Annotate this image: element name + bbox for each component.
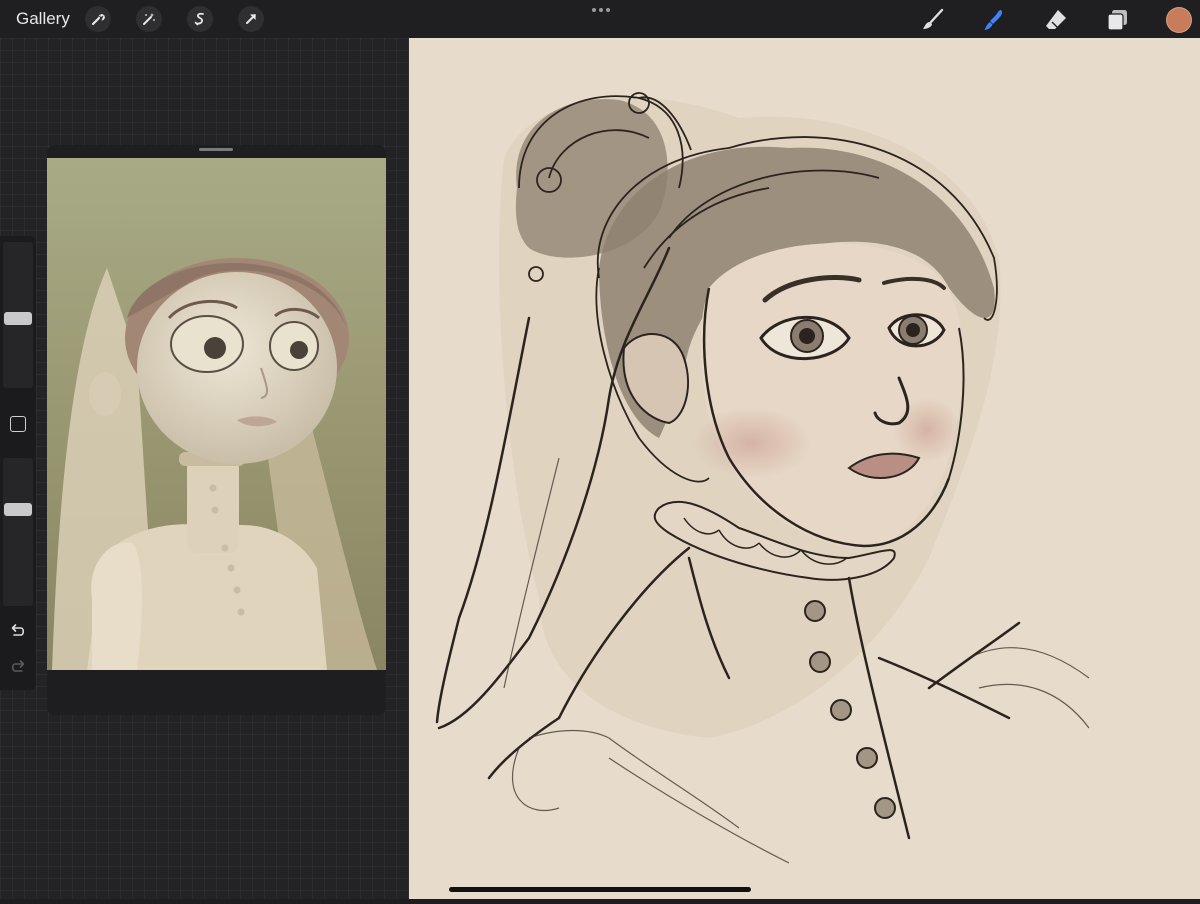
redo-icon[interactable] bbox=[9, 658, 27, 676]
magic-wand-icon bbox=[143, 13, 155, 25]
selection-button[interactable] bbox=[187, 6, 213, 32]
opacity-slider[interactable] bbox=[3, 458, 33, 606]
reference-window[interactable] bbox=[47, 145, 386, 715]
brush-tool-button[interactable] bbox=[919, 6, 947, 34]
more-dots-icon[interactable] bbox=[589, 4, 613, 16]
top-toolbar: Gallery bbox=[0, 0, 1200, 38]
reference-drag-handle[interactable] bbox=[199, 148, 233, 151]
eraser-icon bbox=[1046, 10, 1066, 29]
eraser-tool-button[interactable] bbox=[1042, 6, 1070, 34]
drawing-canvas[interactable] bbox=[409, 38, 1200, 899]
left-sidebar bbox=[0, 236, 36, 690]
layers-icon bbox=[1107, 10, 1127, 31]
selection-icon bbox=[194, 12, 204, 26]
actions-button[interactable] bbox=[85, 6, 111, 32]
modify-button[interactable] bbox=[10, 416, 26, 432]
transform-arrow-icon bbox=[246, 14, 256, 24]
adjustments-button[interactable] bbox=[136, 6, 162, 32]
reference-photo bbox=[47, 158, 386, 670]
layers-button[interactable] bbox=[1103, 6, 1131, 34]
brush-size-thumb[interactable] bbox=[4, 312, 32, 325]
smudge-tool-button[interactable] bbox=[980, 6, 1008, 34]
wrench-icon bbox=[91, 13, 105, 26]
home-indicator bbox=[449, 887, 751, 892]
gallery-button[interactable]: Gallery bbox=[16, 9, 70, 29]
opacity-thumb[interactable] bbox=[4, 503, 32, 516]
color-swatch-button[interactable] bbox=[1166, 7, 1192, 33]
brush-icon bbox=[923, 8, 944, 29]
transform-button[interactable] bbox=[238, 6, 264, 32]
sketch-artwork bbox=[435, 92, 1090, 864]
smudge-icon bbox=[984, 10, 1003, 30]
undo-icon[interactable] bbox=[9, 622, 27, 640]
brush-size-slider[interactable] bbox=[3, 242, 33, 388]
